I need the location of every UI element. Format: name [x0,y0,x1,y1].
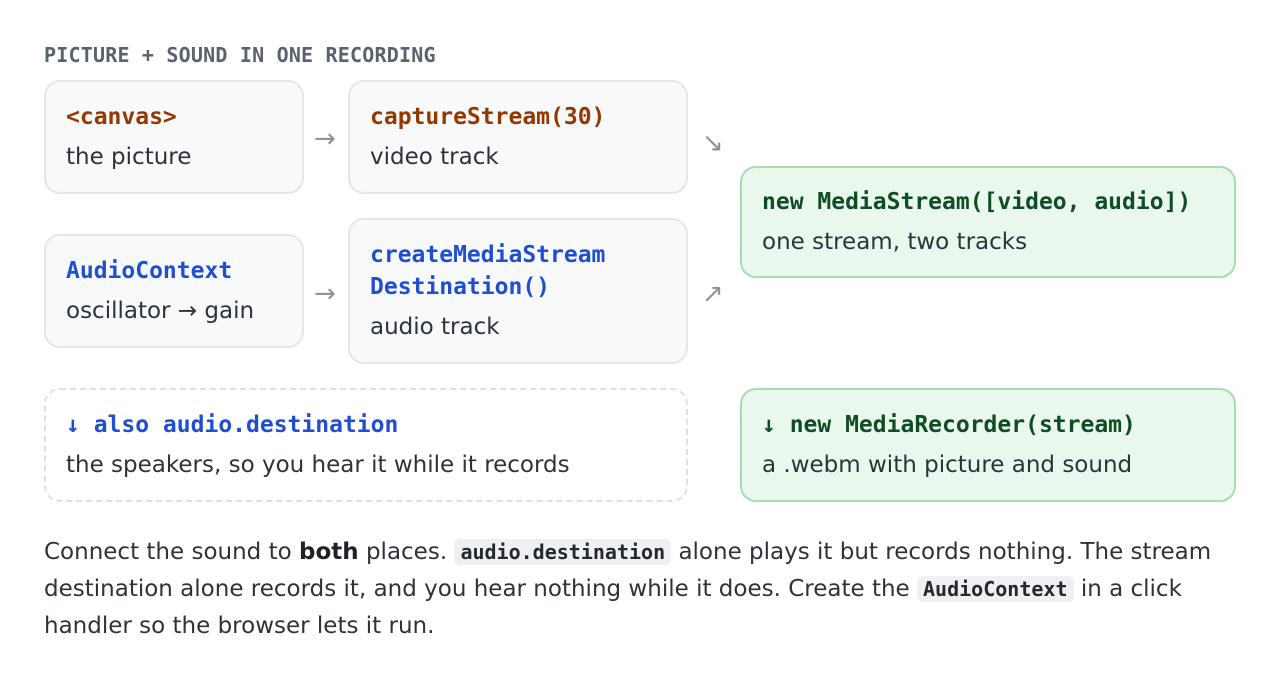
audio-context-desc: oscillator → gain [66,298,255,324]
para-text-1: Connect the sound to [44,539,299,565]
audio-context-box: AudioContext oscillator → gain [44,234,304,348]
canvas-code: <canvas> [66,104,177,130]
capture-stream-desc: video track [370,144,499,170]
para-bold: both [299,539,359,565]
audio-destination-code: ↓ also audio.destination [66,412,399,438]
inline-code-audio-destination: audio.destination [454,539,672,565]
para-text-2: places. [358,539,455,565]
media-recorder-desc: a .webm with picture and sound [762,452,1133,478]
media-stream-box: new MediaStream([video, audio]) one stre… [740,166,1236,278]
media-recorder-box: ↓ new MediaRecorder(stream) a .webm with… [740,388,1236,502]
capture-stream-box: captureStream(30) video track [348,80,688,194]
up-right-arrow-icon: ↗ [702,279,724,309]
canvas-box: <canvas> the picture [44,80,304,194]
audio-destination-desc: the speakers, so you hear it while it re… [66,452,570,478]
diagram-heading: PICTURE + SOUND IN ONE RECORDING [44,43,436,67]
capture-stream-code: captureStream(30) [370,104,606,130]
media-stream-desc: one stream, two tracks [762,229,1028,255]
canvas-desc: the picture [66,144,192,170]
right-arrow-icon: → [314,279,336,309]
create-destination-desc: audio track [370,314,500,340]
create-destination-code-line1: createMediaStream [370,242,606,268]
audio-context-code: AudioContext [66,258,233,284]
media-stream-code: new MediaStream([video, audio]) [762,189,1192,215]
right-arrow-icon: → [314,124,336,154]
audio-destination-box: ↓ also audio.destination the speakers, s… [44,388,688,502]
create-destination-code-line2: Destination() [370,274,551,300]
down-right-arrow-icon: ↘ [702,128,724,158]
media-recorder-code: ↓ new MediaRecorder(stream) [762,412,1136,438]
inline-code-audiocontext: AudioContext [917,576,1074,602]
create-destination-box: createMediaStream Destination() audio tr… [348,218,688,364]
explanation-paragraph: Connect the sound to both places. audio.… [44,534,1244,645]
